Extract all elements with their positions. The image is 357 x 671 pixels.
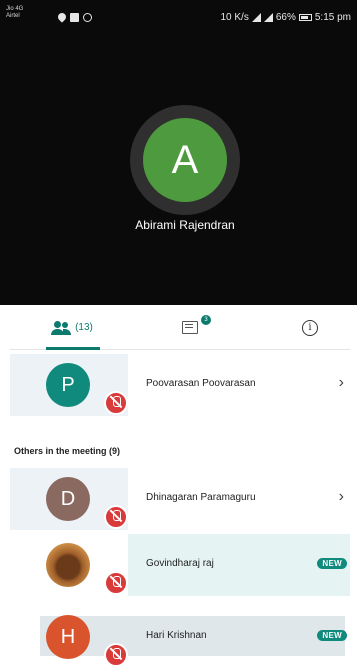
avatar-initial: D (60, 487, 76, 510)
battery-percent: 66% (275, 12, 296, 23)
new-badge: NEW (317, 630, 347, 641)
meeting-tabs: (13) 3 i (10, 305, 350, 350)
chat-icon (182, 321, 198, 334)
active-tab-indicator (46, 347, 100, 350)
avatar: D (46, 477, 90, 521)
avatar-initial: H (60, 625, 76, 648)
clock: 5:15 pm (314, 12, 351, 23)
avatar-initial: P (61, 373, 75, 396)
mic-muted-icon (104, 643, 128, 667)
tab-info[interactable]: i (290, 305, 330, 350)
status-right: 10 K/s 66% 5:15 pm (220, 12, 351, 23)
signal-icon (251, 13, 261, 22)
chevron-right-icon[interactable]: › (339, 488, 344, 506)
tab-people[interactable]: (13) (32, 305, 112, 350)
avatar: P (46, 363, 90, 407)
chat-unread-badge: 3 (201, 315, 211, 325)
mic-muted-icon (104, 571, 128, 595)
status-bar: Jio 4G Airtel 10 K/s 66% 5:15 pm (0, 0, 357, 34)
mail-icon (70, 13, 79, 22)
people-icon (51, 320, 72, 335)
speaker-name: Abirami Rajendran (135, 218, 235, 232)
participant-name: Dhinagaran Paramaguru (146, 492, 256, 503)
carrier-line1: Jio 4G (6, 6, 24, 12)
participant-row[interactable]: H Hari Krishnan NEW (10, 606, 350, 668)
info-icon: i (302, 319, 318, 336)
carrier-info: Jio 4G Airtel (6, 6, 23, 20)
mic-muted-icon (104, 505, 128, 529)
whatsapp-icon (83, 13, 92, 22)
location-icon (56, 11, 68, 23)
participant-name: Poovarasan Poovarasan (146, 378, 256, 389)
participant-name: Govindharaj raj (146, 558, 214, 569)
battery-icon (298, 14, 312, 21)
others-section-title: Others in the meeting (9) (14, 446, 121, 456)
chevron-right-icon[interactable]: › (339, 374, 344, 392)
speaker-initial: A (171, 137, 199, 182)
people-count: (13) (75, 322, 93, 333)
active-speaker-area: Jio 4G Airtel 10 K/s 66% 5:15 pm A Abira… (0, 0, 357, 305)
avatar-photo (46, 543, 90, 587)
speaker-avatar: A (143, 118, 227, 202)
carrier-line2: Airtel (6, 13, 20, 19)
new-badge: NEW (317, 558, 347, 569)
participant-row[interactable]: Govindharaj raj NEW (10, 534, 350, 596)
signal-icon-2 (263, 13, 273, 22)
participant-row[interactable]: P Poovarasan Poovarasan › (10, 354, 350, 416)
network-speed: 10 K/s (220, 12, 249, 23)
avatar: H (46, 615, 90, 659)
tab-chat[interactable] (170, 305, 210, 350)
participant-name: Hari Krishnan (146, 630, 207, 641)
notification-icons (56, 11, 92, 23)
participant-row[interactable]: D Dhinagaran Paramaguru › (10, 468, 350, 530)
mic-muted-icon (104, 391, 128, 415)
